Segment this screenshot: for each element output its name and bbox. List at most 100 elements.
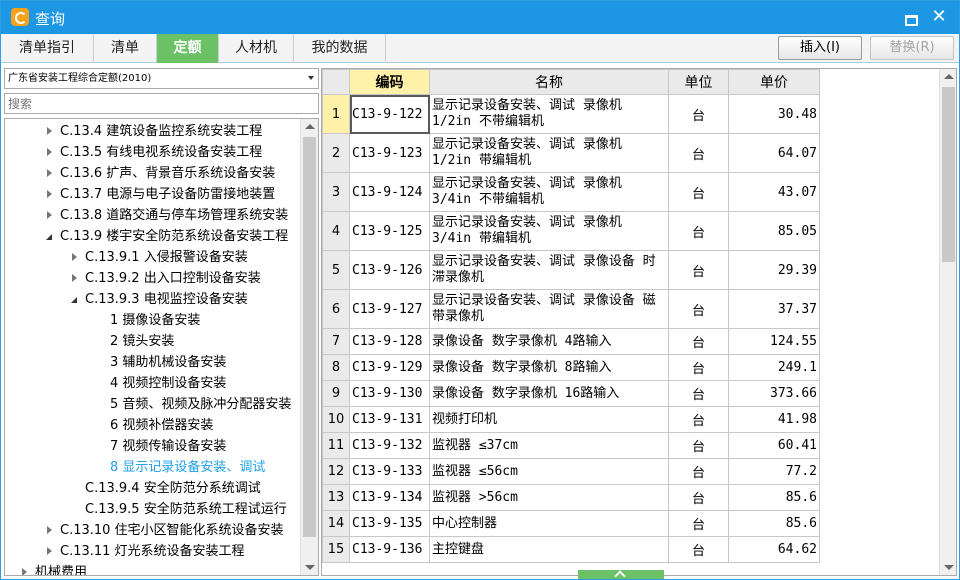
header-code[interactable]: 编码 bbox=[349, 69, 430, 95]
tree-node[interactable]: C.13.9.2 出入口控制设备安装 bbox=[5, 268, 299, 289]
unit-cell[interactable]: 台 bbox=[668, 536, 729, 563]
tree-node[interactable]: 7 视频传输设备安装 bbox=[5, 436, 299, 457]
table-row[interactable]: 7 C13-9-128 录像设备 数字录像机 4路输入台 124.55 bbox=[322, 328, 820, 355]
table-row[interactable]: 13 C13-9-134 监视器 >56cm 台 85.6 bbox=[322, 484, 820, 511]
header-unit[interactable]: 单位 bbox=[668, 69, 729, 95]
grid-scroll-thumb[interactable] bbox=[942, 87, 955, 262]
price-cell[interactable]: 85.05 bbox=[728, 211, 820, 251]
name-cell[interactable]: 主控键盘 bbox=[429, 536, 669, 563]
tree-node[interactable]: C.13.6 扩声、背景音乐系统设备安装 bbox=[5, 163, 299, 184]
name-cell[interactable]: 监视器 ≤37cm bbox=[429, 432, 669, 459]
price-cell[interactable]: 29.39 bbox=[728, 250, 820, 290]
table-row[interactable]: 14 C13-9-135 中心控制器台 85.6 bbox=[322, 510, 820, 537]
name-cell[interactable]: 录像设备 数字录像机 4路输入 bbox=[429, 328, 669, 355]
header-name[interactable]: 名称 bbox=[429, 69, 669, 95]
table-row[interactable]: 6 C13-9-127 显示记录设备安装、调试 录像设备 磁带录像机台 37.37 bbox=[322, 289, 820, 329]
table-row[interactable]: 9 C13-9-130 录像设备 数字录像机 16路输入台 373.66 bbox=[322, 380, 820, 407]
scroll-up-icon[interactable] bbox=[305, 124, 315, 129]
tree-node[interactable]: C.13.10 住宅小区智能化系统设备安装 bbox=[5, 520, 299, 541]
name-cell[interactable]: 显示记录设备安装、调试 录像机 3/4in 带编辑机 bbox=[429, 211, 669, 251]
tree-node[interactable]: C.13.9 楼宇安全防范系统设备安装工程 bbox=[5, 226, 299, 247]
tree-node[interactable]: C.13.8 道路交通与停车场管理系统安装 bbox=[5, 205, 299, 226]
code-cell[interactable]: C13-9-129 bbox=[349, 354, 430, 381]
name-cell[interactable]: 显示记录设备安装、调试 录像设备 磁带录像机 bbox=[429, 289, 669, 329]
table-row[interactable]: 8 C13-9-129 录像设备 数字录像机 8路输入台 249.1 bbox=[322, 354, 820, 381]
tab-labor-material-machine[interactable]: 人材机 bbox=[219, 34, 294, 63]
close-icon[interactable]: ✕ bbox=[927, 7, 951, 27]
row-number-cell[interactable]: 7 bbox=[322, 328, 350, 355]
tree-node[interactable]: 机械费用 bbox=[5, 562, 299, 575]
table-row[interactable]: 1 C13-9-122 显示记录设备安装、调试 录像机 1/2in 不带编辑机台 30… bbox=[322, 94, 820, 134]
price-cell[interactable]: 85.6 bbox=[728, 484, 820, 511]
tree-expand-icon[interactable] bbox=[45, 148, 55, 158]
row-number-cell[interactable]: 6 bbox=[322, 289, 350, 329]
scroll-up-icon[interactable] bbox=[944, 74, 954, 79]
tree-collapse-icon[interactable] bbox=[45, 232, 55, 242]
name-cell[interactable]: 显示记录设备安装、调试 录像机 3/4in 不带编辑机 bbox=[429, 172, 669, 212]
unit-cell[interactable]: 台 bbox=[668, 354, 729, 381]
tree-expand-icon[interactable] bbox=[45, 547, 55, 557]
row-number-cell[interactable]: 11 bbox=[322, 432, 350, 459]
row-number-cell[interactable]: 14 bbox=[322, 510, 350, 537]
price-cell[interactable]: 60.41 bbox=[728, 432, 820, 459]
table-row[interactable]: 3 C13-9-124 显示记录设备安装、调试 录像机 3/4in 不带编辑机台 43… bbox=[322, 172, 820, 212]
scroll-down-icon[interactable] bbox=[944, 565, 954, 570]
table-row[interactable]: 15 C13-9-136 主控键盘台 64.62 bbox=[322, 536, 820, 563]
name-cell[interactable]: 录像设备 数字录像机 8路输入 bbox=[429, 354, 669, 381]
price-cell[interactable]: 37.37 bbox=[728, 289, 820, 329]
code-cell[interactable]: C13-9-123 bbox=[349, 133, 430, 173]
tree-node[interactable]: C.13.9.4 安全防范分系统调试 bbox=[5, 478, 299, 499]
unit-cell[interactable]: 台 bbox=[668, 289, 729, 329]
tab-list-guide[interactable]: 清单指引 bbox=[1, 34, 94, 63]
code-cell[interactable]: C13-9-122 bbox=[349, 94, 430, 134]
unit-cell[interactable]: 台 bbox=[668, 328, 729, 355]
grid-scrollbar[interactable] bbox=[939, 69, 956, 575]
name-cell[interactable]: 录像设备 数字录像机 16路输入 bbox=[429, 380, 669, 407]
tree-expand-icon[interactable] bbox=[70, 274, 80, 284]
row-number-cell[interactable]: 13 bbox=[322, 484, 350, 511]
name-cell[interactable]: 监视器 >56cm bbox=[429, 484, 669, 511]
unit-cell[interactable]: 台 bbox=[668, 510, 729, 537]
price-cell[interactable]: 30.48 bbox=[728, 94, 820, 134]
code-cell[interactable]: C13-9-124 bbox=[349, 172, 430, 212]
tab-quota[interactable]: 定额 bbox=[157, 34, 219, 63]
price-cell[interactable]: 77.2 bbox=[728, 458, 820, 485]
table-row[interactable]: 12 C13-9-133 监视器 ≤56cm 台 77.2 bbox=[322, 458, 820, 485]
price-cell[interactable]: 64.62 bbox=[728, 536, 820, 563]
code-cell[interactable]: C13-9-133 bbox=[349, 458, 430, 485]
tree-node[interactable]: C.13.11 灯光系统设备安装工程 bbox=[5, 541, 299, 562]
tree-node[interactable]: C.13.7 电源与电子设备防雷接地装置 bbox=[5, 184, 299, 205]
name-cell[interactable]: 监视器 ≤56cm bbox=[429, 458, 669, 485]
tree-node[interactable]: C.13.9.1 入侵报警设备安装 bbox=[5, 247, 299, 268]
table-row[interactable]: 2 C13-9-123 显示记录设备安装、调试 录像机 1/2in 带编辑机台 64.… bbox=[322, 133, 820, 173]
row-number-cell[interactable]: 15 bbox=[322, 536, 350, 563]
tree-expand-icon[interactable] bbox=[20, 568, 30, 575]
tree-node[interactable]: C.13.5 有线电视系统设备安装工程 bbox=[5, 142, 299, 163]
unit-cell[interactable]: 台 bbox=[668, 406, 729, 433]
tree-scroll-thumb[interactable] bbox=[303, 137, 316, 537]
price-cell[interactable]: 64.07 bbox=[728, 133, 820, 173]
code-cell[interactable]: C13-9-135 bbox=[349, 510, 430, 537]
tree-expand-icon[interactable] bbox=[45, 211, 55, 221]
tree-node[interactable]: C.13.9.3 电视监控设备安装 bbox=[5, 289, 299, 310]
code-cell[interactable]: C13-9-125 bbox=[349, 211, 430, 251]
header-price[interactable]: 单价 bbox=[728, 69, 820, 95]
row-number-cell[interactable]: 4 bbox=[322, 211, 350, 251]
code-cell[interactable]: C13-9-134 bbox=[349, 484, 430, 511]
insert-button[interactable]: 插入(I) bbox=[778, 36, 862, 60]
code-cell[interactable]: C13-9-136 bbox=[349, 536, 430, 563]
code-cell[interactable]: C13-9-127 bbox=[349, 289, 430, 329]
tree-node[interactable]: 5 音频、视频及脉冲分配器安装 bbox=[5, 394, 299, 415]
unit-cell[interactable]: 台 bbox=[668, 133, 729, 173]
code-cell[interactable]: C13-9-132 bbox=[349, 432, 430, 459]
tab-list[interactable]: 清单 bbox=[94, 34, 157, 63]
table-row[interactable]: 4 C13-9-125 显示记录设备安装、调试 录像机 3/4in 带编辑机台 85.… bbox=[322, 211, 820, 251]
search-input[interactable] bbox=[5, 94, 316, 113]
name-cell[interactable]: 显示记录设备安装、调试 录像设备 时滞录像机 bbox=[429, 250, 669, 290]
tree-expand-icon[interactable] bbox=[70, 253, 80, 263]
code-cell[interactable]: C13-9-131 bbox=[349, 406, 430, 433]
tree-node[interactable]: C.13.4 建筑设备监控系统安装工程 bbox=[5, 121, 299, 142]
row-number-cell[interactable]: 10 bbox=[322, 406, 350, 433]
price-cell[interactable]: 373.66 bbox=[728, 380, 820, 407]
tab-my-data[interactable]: 我的数据 bbox=[294, 34, 386, 63]
